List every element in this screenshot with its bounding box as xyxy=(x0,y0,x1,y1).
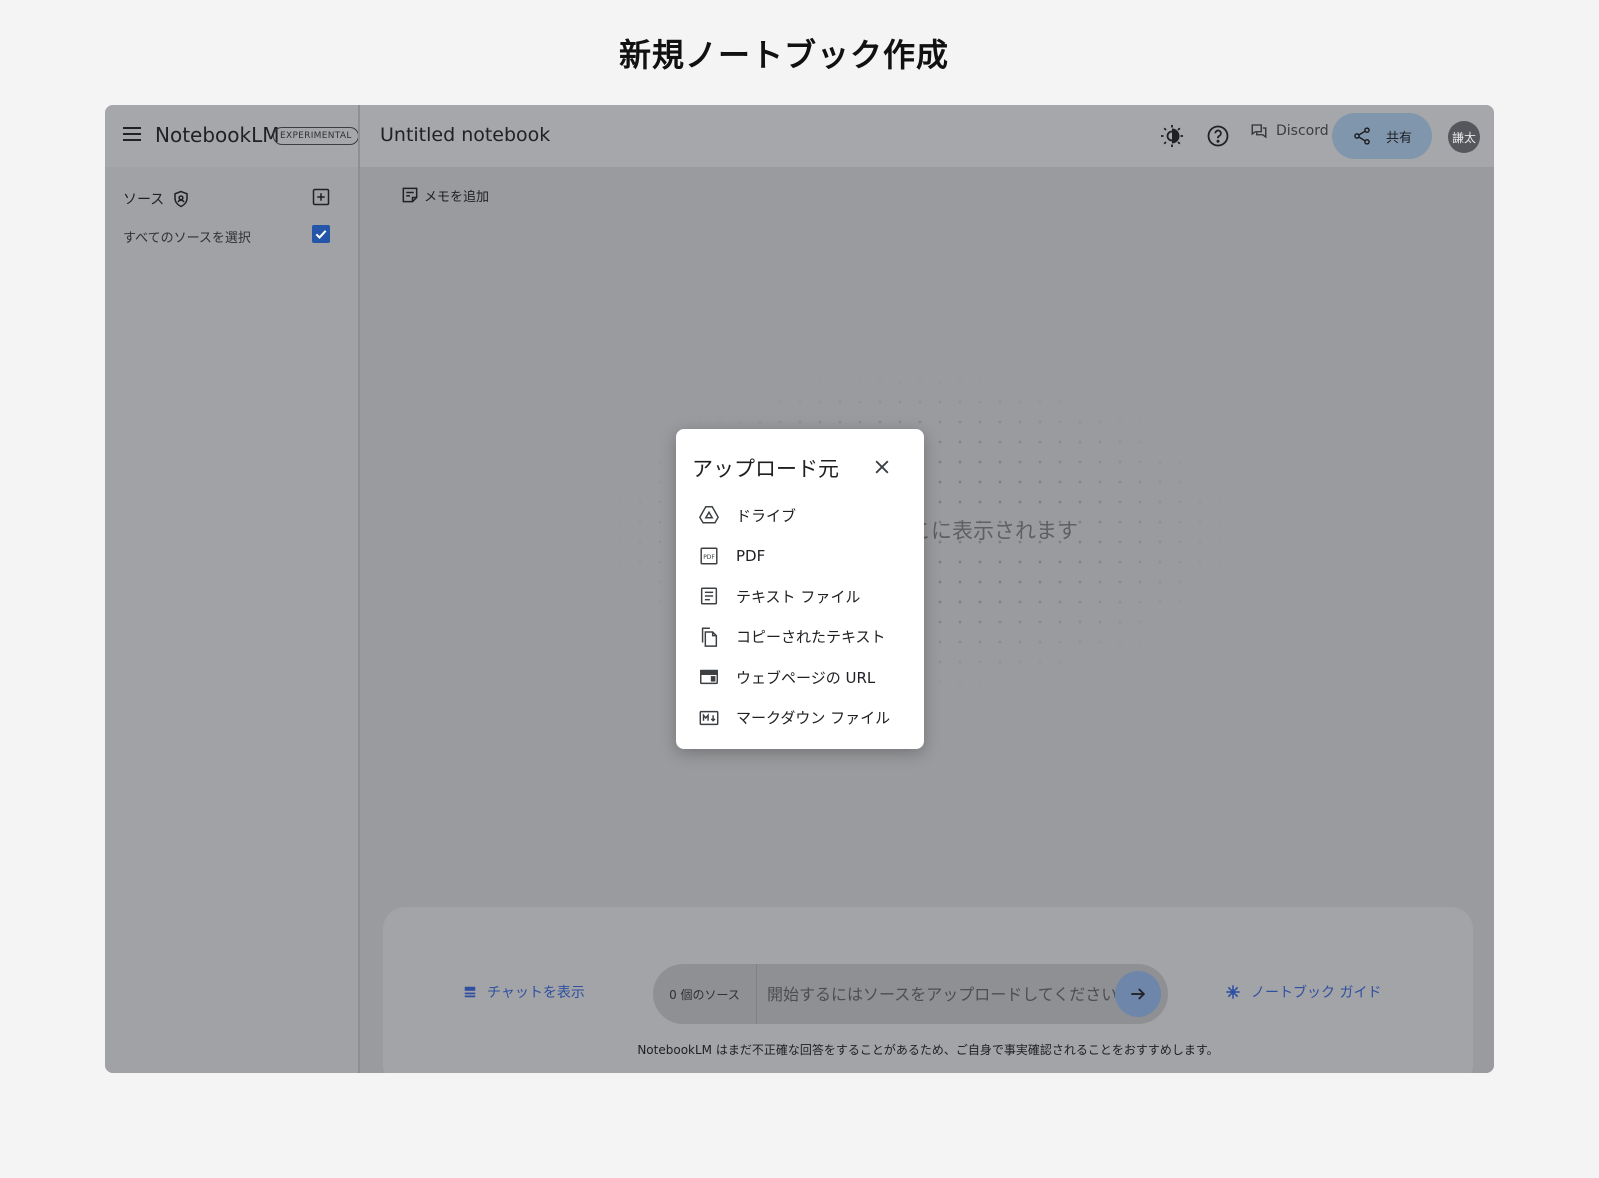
notebook-guide-button[interactable]: ノートブック ガイド xyxy=(1225,982,1381,1002)
upload-option-webpage-url[interactable]: ウェブページの URL xyxy=(676,657,924,698)
note-icon xyxy=(402,187,418,203)
asterisk-icon xyxy=(1226,985,1240,999)
avatar[interactable]: 謙太 xyxy=(1448,121,1480,153)
sources-sidebar: ソース すべてのソースを選択 xyxy=(105,167,358,1073)
dialog-title: アップロード元 xyxy=(692,457,839,481)
upload-option-label: テキスト ファイル xyxy=(736,587,861,606)
theme-toggle-icon[interactable] xyxy=(1160,124,1184,148)
experimental-badge: EXPERIMENTAL xyxy=(273,127,359,145)
select-all-label: すべてのソースを選択 xyxy=(123,231,251,246)
discord-label: Discord xyxy=(1276,123,1329,139)
drive-icon xyxy=(698,504,720,526)
add-source-icon[interactable] xyxy=(311,187,331,207)
shield-icon[interactable] xyxy=(172,190,190,208)
chat-input-bar: 0 個のソース xyxy=(653,964,1168,1024)
select-all-checkbox[interactable] xyxy=(312,225,330,243)
share-icon xyxy=(1354,127,1370,145)
checkmark-icon xyxy=(315,230,327,239)
upload-option-pdf[interactable]: PDF PDF xyxy=(676,536,924,577)
show-chat-label: チャットを表示 xyxy=(487,985,585,1001)
page-heading: 新規ノートブック作成 xyxy=(618,36,949,74)
svg-text:PDF: PDF xyxy=(703,554,715,561)
notebook-guide-label: ノートブック ガイド xyxy=(1251,985,1382,1001)
show-chat-button[interactable]: チャットを表示 xyxy=(463,982,585,1002)
disclaimer-text: NotebookLM はまだ不正確な回答をすることがあるため、ご自身で事実確認さ… xyxy=(637,1043,1219,1057)
discord-chat-icon xyxy=(1251,124,1267,139)
webpage-icon xyxy=(698,666,720,688)
upload-options-list: ドライブ PDF PDF テキスト ファイル コピーされたテキスト ウェブページ… xyxy=(676,495,924,738)
top-header: NotebookLM EXPERIMENTAL Untitled noteboo… xyxy=(105,105,1494,167)
upload-option-label: コピーされたテキスト xyxy=(736,628,886,647)
upload-option-drive[interactable]: ドライブ xyxy=(676,495,924,536)
text-file-icon xyxy=(698,585,720,607)
send-button[interactable] xyxy=(1115,971,1161,1017)
notebook-title[interactable]: Untitled notebook xyxy=(380,124,550,146)
share-button[interactable]: 共有 xyxy=(1332,113,1432,159)
sources-header: ソース xyxy=(123,189,190,209)
main-area: メモを追加 こに表示されます チャットを表示 0 個のソース 開始するにはソース… xyxy=(360,167,1494,1073)
chat-panel: チャットを表示 0 個のソース ノートブック ガイド NotebookLM はま… xyxy=(383,907,1473,1073)
empty-state-text: こに表示されます xyxy=(910,519,1078,543)
upload-option-label: ドライブ xyxy=(736,506,797,525)
upload-option-text-file[interactable]: テキスト ファイル xyxy=(676,576,924,617)
copy-icon xyxy=(698,626,720,648)
sources-label: ソース xyxy=(123,192,165,208)
chat-input[interactable] xyxy=(757,964,1115,1024)
arrow-right-icon xyxy=(1131,988,1146,1000)
share-label: 共有 xyxy=(1385,130,1412,146)
pdf-icon: PDF xyxy=(698,545,720,567)
markdown-icon xyxy=(698,707,720,729)
upload-option-copied-text[interactable]: コピーされたテキスト xyxy=(676,617,924,658)
add-memo-button[interactable]: メモを追加 xyxy=(400,185,489,205)
discord-link[interactable]: Discord xyxy=(1250,122,1329,140)
upload-option-label: ウェブページの URL xyxy=(736,668,876,687)
upload-option-label: PDF xyxy=(736,546,766,565)
menu-icon[interactable] xyxy=(123,127,141,141)
upload-option-markdown[interactable]: マークダウン ファイル xyxy=(676,698,924,739)
brand-name: NotebookLM xyxy=(155,123,280,147)
source-count: 0 個のソース xyxy=(653,964,757,1024)
chat-panel-icon xyxy=(464,986,476,998)
upload-source-dialog: アップロード元 ドライブ PDF PDF テキスト ファイル コピーされたテキス… xyxy=(676,429,924,749)
help-icon[interactable] xyxy=(1206,124,1230,148)
add-memo-label: メモを追加 xyxy=(424,189,490,205)
close-icon[interactable] xyxy=(872,457,892,477)
upload-option-label: マークダウン ファイル xyxy=(736,709,891,728)
